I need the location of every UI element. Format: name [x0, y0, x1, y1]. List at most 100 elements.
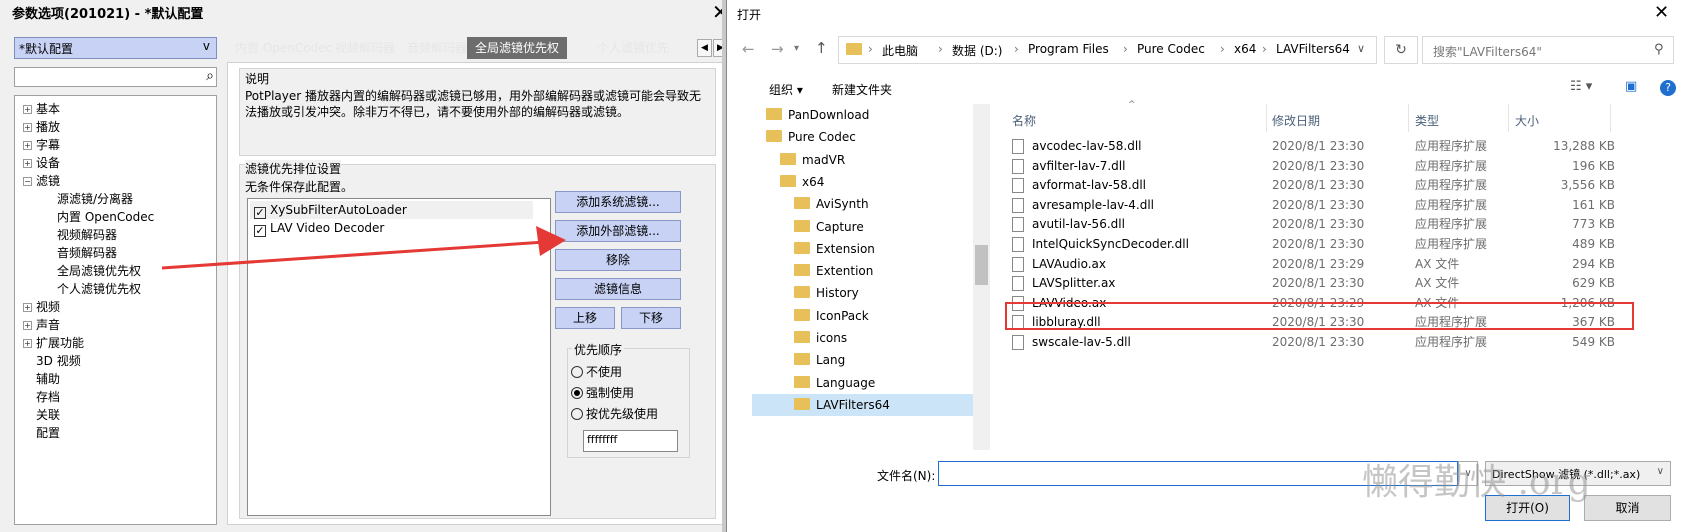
chevron-down-icon[interactable]: ∨	[1458, 461, 1478, 486]
tree-item[interactable]: 辅助	[23, 370, 60, 388]
tree-item[interactable]: 个人滤镜优先权	[57, 280, 141, 298]
cancel-button[interactable]: 取消	[1584, 495, 1671, 521]
tree-item[interactable]: + 字幕	[23, 136, 60, 154]
tree-item[interactable]: 配置	[23, 424, 60, 442]
filetype-select[interactable]: DirectShow 滤镜 (*.dll;*.ax) ∨	[1485, 461, 1671, 486]
file-row[interactable]: LAVAudio.ax 2020/8/1 23:29 AX 文件 294 KB	[1012, 254, 1615, 275]
tree-item[interactable]: 内置 OpenCodec	[57, 208, 154, 226]
collapse-icon[interactable]: −	[23, 177, 32, 186]
up-arrow-icon[interactable]: ↑	[815, 39, 828, 57]
tree-item[interactable]: + 视频	[23, 298, 60, 316]
tree-item[interactable]: 源滤镜/分离器	[57, 190, 133, 208]
recent-locations-chevron-icon[interactable]: ▾	[794, 43, 799, 54]
expand-icon[interactable]: +	[23, 141, 32, 150]
view-options-icon[interactable]: ☷ ▾	[1570, 79, 1592, 94]
tab-audio-decoder[interactable]: 音频解码器	[399, 37, 475, 59]
file-row[interactable]: LAVSplitter.ax 2020/8/1 23:30 AX 文件 629 KB	[1012, 273, 1615, 294]
tab-global-filter-priority[interactable]: 全局滤镜优先权	[467, 37, 568, 59]
add-system-filter-button[interactable]: 添加系统滤镜...	[555, 191, 681, 213]
tree-item[interactable]: 全局滤镜优先权	[57, 262, 141, 280]
column-header-type[interactable]: 类型	[1415, 112, 1439, 129]
search-icon[interactable]: ⚲	[1654, 42, 1664, 57]
nav-item[interactable]: LAVFilters64	[752, 393, 973, 416]
tab-personal-filter-priority[interactable]: 个人滤镜优先	[589, 37, 677, 59]
nav-item[interactable]: Extension	[752, 238, 973, 260]
filename-input[interactable]	[938, 461, 1458, 486]
settings-search-input[interactable]: ⌕	[14, 67, 217, 87]
expand-icon[interactable]: +	[23, 339, 32, 348]
back-arrow-icon[interactable]: ←	[742, 40, 755, 58]
tree-item[interactable]: + 声音	[23, 316, 60, 334]
nav-item[interactable]: Extention	[752, 260, 973, 282]
nav-item[interactable]: AviSynth	[752, 193, 973, 215]
preset-select[interactable]: *默认配置 v	[14, 37, 217, 59]
tree-item[interactable]: 音频解码器	[57, 244, 117, 262]
breadcrumb-item[interactable]: 数据 (D:)	[952, 42, 1002, 59]
nav-item[interactable]: x64	[752, 171, 973, 193]
breadcrumb-item[interactable]: LAVFilters64	[1276, 42, 1350, 56]
close-icon[interactable]: ✕	[1654, 2, 1669, 23]
tab-scroll-left-icon[interactable]: ◀	[697, 39, 712, 57]
column-separator[interactable]	[1610, 104, 1611, 132]
organize-button[interactable]: 组织 ▾	[769, 81, 803, 98]
tree-item[interactable]: 3D 视频	[23, 352, 81, 370]
file-row[interactable]: avfilter-lav-7.dll 2020/8/1 23:30 应用程序扩展 19…	[1012, 156, 1615, 177]
tree-item[interactable]: + 设备	[23, 154, 60, 172]
breadcrumb-item[interactable]: x64	[1234, 42, 1256, 56]
breadcrumb-item[interactable]: Program Files	[1028, 42, 1109, 56]
remove-button[interactable]: 移除	[555, 249, 681, 271]
expand-icon[interactable]: +	[23, 321, 32, 330]
tree-item[interactable]: 存档	[23, 388, 60, 406]
nav-item[interactable]: icons	[752, 327, 973, 349]
expand-icon[interactable]: +	[23, 105, 32, 114]
filter-row[interactable]: ✓ XySubFilterAutoLoader	[250, 201, 533, 219]
column-header-name[interactable]: 名称	[1012, 112, 1036, 129]
filter-checkbox[interactable]: ✓	[254, 225, 266, 237]
file-row[interactable]: IntelQuickSyncDecoder.dll 2020/8/1 23:30 应…	[1012, 234, 1615, 255]
nav-item[interactable]: History	[752, 282, 973, 304]
preview-pane-icon[interactable]: ▣	[1625, 79, 1637, 94]
forward-arrow-icon[interactable]: →	[771, 40, 784, 58]
refresh-icon[interactable]: ↻	[1384, 36, 1418, 64]
search-icon[interactable]: ⌕	[206, 68, 214, 84]
nav-item[interactable]: Language	[752, 372, 973, 394]
breadcrumb-item[interactable]: 此电脑	[882, 42, 918, 59]
new-folder-button[interactable]: 新建文件夹	[832, 81, 892, 98]
expand-icon[interactable]: +	[23, 123, 32, 132]
order-option-none[interactable]: 不使用	[571, 363, 622, 381]
file-row[interactable]: avresample-lav-4.dll 2020/8/1 23:30 应用程序扩展…	[1012, 195, 1615, 216]
tab-video-decoder[interactable]: 视频解码器	[327, 37, 403, 59]
filter-checkbox[interactable]: ✓	[254, 207, 266, 219]
column-header-size[interactable]: 大小	[1515, 112, 1539, 129]
file-row[interactable]: avformat-lav-58.dll 2020/8/1 23:30 应用程序扩展 3…	[1012, 175, 1615, 196]
help-icon[interactable]: ?	[1660, 80, 1676, 96]
file-row[interactable]: avcodec-lav-58.dll 2020/8/1 23:30 应用程序扩展 13…	[1012, 136, 1615, 157]
merit-input[interactable]: ffffffff	[583, 430, 678, 452]
order-option-by-priority[interactable]: 按优先级使用	[571, 405, 658, 423]
nav-item[interactable]: Pure Codec	[752, 126, 973, 148]
file-row[interactable]: avutil-lav-56.dll 2020/8/1 23:30 应用程序扩展 773…	[1012, 214, 1615, 235]
nav-item[interactable]: PanDownload	[752, 104, 973, 126]
move-up-button[interactable]: 上移	[555, 307, 615, 329]
file-row[interactable]: swscale-lav-5.dll 2020/8/1 23:30 应用程序扩展 549…	[1012, 332, 1615, 353]
expand-icon[interactable]: +	[23, 159, 32, 168]
nav-item[interactable]: Capture	[752, 216, 973, 238]
chevron-down-icon[interactable]: ∨	[1357, 42, 1365, 55]
column-header-date[interactable]: 修改日期	[1272, 112, 1320, 129]
tree-item[interactable]: 关联	[23, 406, 60, 424]
tree-item[interactable]: + 基本	[23, 100, 60, 118]
order-option-force[interactable]: 强制使用	[571, 384, 634, 402]
move-down-button[interactable]: 下移	[621, 307, 681, 329]
expand-icon[interactable]: +	[23, 303, 32, 312]
tree-item[interactable]: − 滤镜	[23, 172, 60, 190]
tree-item[interactable]: 视频解码器	[57, 226, 117, 244]
filter-info-button[interactable]: 滤镜信息	[555, 278, 681, 300]
column-separator[interactable]	[1408, 104, 1409, 132]
breadcrumb-item[interactable]: Pure Codec	[1137, 42, 1205, 56]
open-button[interactable]: 打开(O)	[1485, 495, 1570, 521]
filter-row[interactable]: ✓ LAV Video Decoder	[250, 219, 533, 237]
column-separator[interactable]	[1508, 104, 1509, 132]
tree-item[interactable]: + 扩展功能	[23, 334, 84, 352]
tree-item[interactable]: + 播放	[23, 118, 60, 136]
tab-opencodec[interactable]: 内置 OpenCodec	[227, 37, 340, 59]
